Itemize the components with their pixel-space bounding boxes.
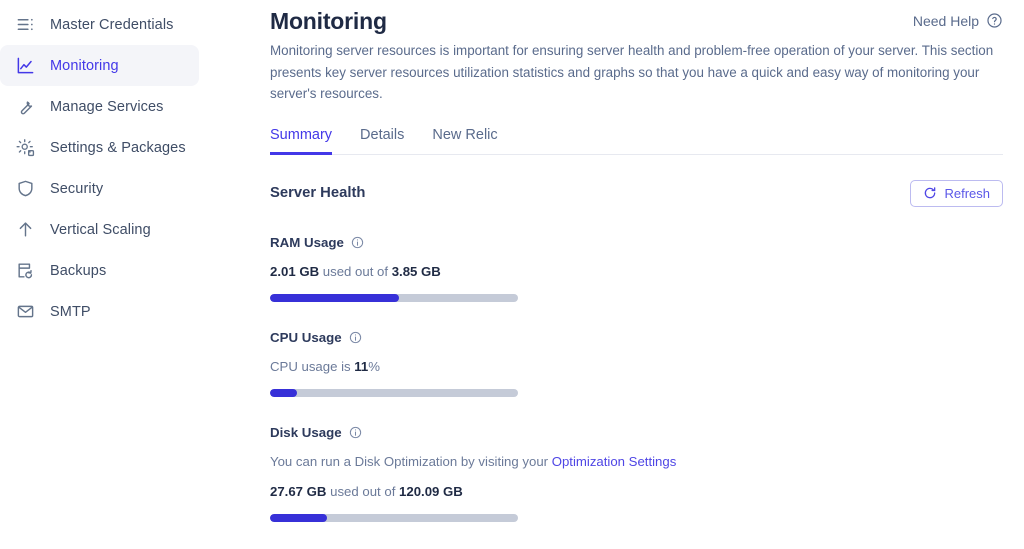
page-title: Monitoring [270,8,387,34]
metric-cpu-prefix: CPU usage is [270,358,355,374]
metric-disk-total: 120.09 GB [399,483,463,499]
metric-ram-usage: RAM Usage 2.01 GB used out of 3.85 GB [270,235,1003,302]
metric-disk-note-prefix: You can run a Disk Optimization by visit… [270,453,552,469]
tab-details[interactable]: Details [360,127,404,155]
sidebar-item-label: Vertical Scaling [50,221,151,238]
sidebar: Master Credentials Monitoring Manage Ser… [0,0,240,549]
app-root: Master Credentials Monitoring Manage Ser… [0,0,1024,549]
metric-ram-total: 3.85 GB [391,263,441,279]
sidebar-item-label: Security [50,180,104,197]
list-menu-icon [14,14,36,36]
metric-ram-value-line: 2.01 GB used out of 3.85 GB [270,263,1003,281]
metric-disk-header: Disk Usage [270,425,1003,440]
envelope-icon [14,301,36,323]
metric-disk-middle-text: used out of [326,483,400,499]
metric-cpu-value-line: CPU usage is 11% [270,358,1003,376]
sidebar-item-label: Manage Services [50,98,164,115]
sidebar-item-manage-services[interactable]: Manage Services [0,86,199,127]
metric-cpu-value: 11 [354,358,369,374]
chart-line-icon [14,55,36,77]
refresh-label: Refresh [944,185,990,201]
sidebar-item-label: Monitoring [50,57,119,74]
optimization-settings-link[interactable]: Optimization Settings [552,454,677,469]
sidebar-item-label: Settings & Packages [50,139,186,156]
sidebar-item-backups[interactable]: Backups [0,250,199,291]
need-help-label: Need Help [912,12,979,29]
metric-ram-middle-text: used out of [319,263,392,279]
metric-ram-used: 2.01 GB [270,263,320,279]
sidebar-item-monitoring[interactable]: Monitoring [0,45,199,86]
metric-ram-progress-track [270,293,518,302]
wrench-icon [14,96,36,118]
metric-cpu-header: CPU Usage [270,330,1003,345]
main-content: Monitoring Need Help Monitoring server r… [240,0,1024,549]
info-circle-icon[interactable] [349,426,362,439]
sidebar-item-security[interactable]: Security [0,168,199,209]
metric-cpu-usage: CPU Usage CPU usage is 11% [270,330,1003,397]
metric-disk-value-line: 27.67 GB used out of 120.09 GB [270,483,1003,501]
backup-restore-icon [14,260,36,282]
metric-ram-progress-fill [270,293,399,302]
page-header: Monitoring Need Help [270,6,1003,36]
server-health-title: Server Health [270,185,366,201]
sidebar-item-smtp[interactable]: SMTP [0,291,199,332]
metric-disk-note: You can run a Disk Optimization by visit… [270,453,1003,471]
metric-ram-label: RAM Usage [270,234,344,250]
refresh-button[interactable]: Refresh [910,179,1003,207]
info-circle-icon[interactable] [349,331,362,344]
gear-icon [14,137,36,159]
metric-disk-progress-track [270,513,518,522]
arrow-up-icon [14,219,36,241]
need-help-button[interactable]: Need Help [913,12,1003,29]
sidebar-item-master-credentials[interactable]: Master Credentials [0,4,199,45]
metric-cpu-progress-track [270,388,518,397]
sidebar-item-label: Master Credentials [50,16,174,33]
page-description: Monitoring server resources is important… [270,43,994,101]
refresh-icon [923,186,937,200]
metric-ram-header: RAM Usage [270,235,1003,250]
info-circle-icon[interactable] [351,236,364,249]
metric-disk-label: Disk Usage [270,424,342,440]
server-health-header: Server Health Refresh [270,179,1003,207]
question-circle-icon [986,12,1003,29]
sidebar-item-label: SMTP [50,303,91,320]
tab-summary[interactable]: Summary [270,127,333,155]
metric-cpu-label: CPU Usage [270,329,342,345]
metric-disk-usage: Disk Usage You can run a Disk Optimizati… [270,425,1003,522]
metric-cpu-suffix: % [368,358,380,374]
sidebar-item-settings-packages[interactable]: Settings & Packages [0,127,199,168]
shield-icon [14,178,36,200]
metric-cpu-progress-fill [270,388,298,397]
metric-disk-progress-fill [270,513,328,522]
tab-bar: Summary Details New Relic [270,127,1003,155]
metric-disk-used: 27.67 GB [270,483,327,499]
tab-new-relic[interactable]: New Relic [432,127,497,155]
sidebar-item-vertical-scaling[interactable]: Vertical Scaling [0,209,199,250]
sidebar-item-label: Backups [50,262,107,279]
